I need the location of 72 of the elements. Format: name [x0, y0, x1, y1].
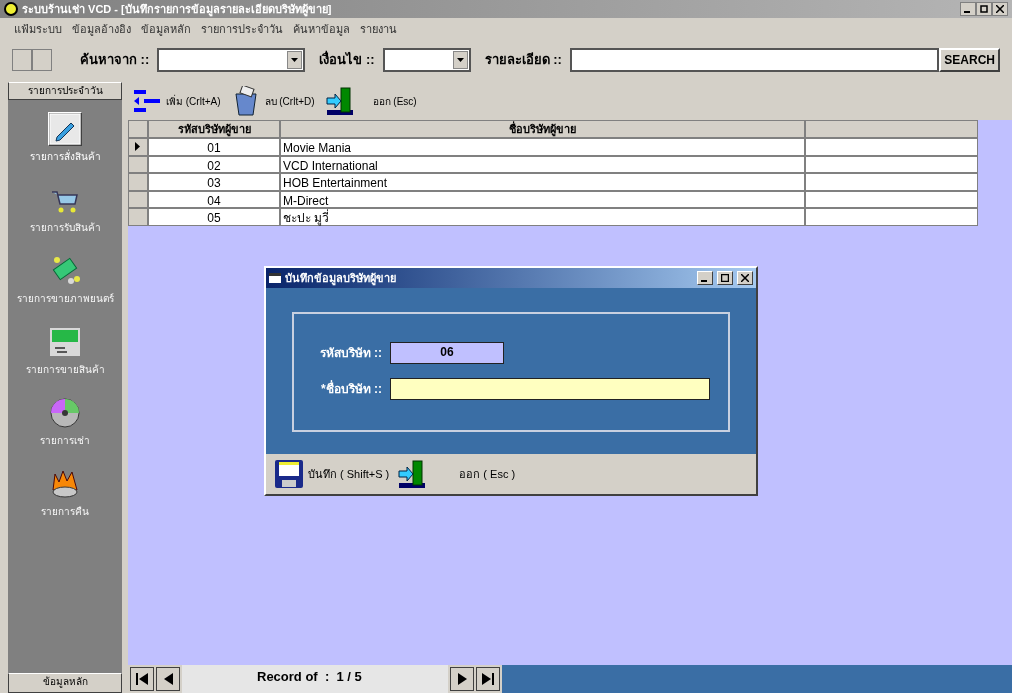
close-icon [996, 5, 1004, 13]
company-name-input-field[interactable] [390, 378, 710, 400]
company-name-label: *ชื่อบริษัท :: [320, 380, 382, 398]
toolbar-button[interactable]: ลบ (Crlt+D) [230, 86, 315, 116]
table-cell: ชะปะ มูวี่ [280, 208, 805, 226]
menu-item[interactable]: แฟ้มระบบ [14, 20, 62, 38]
table-cell: 02 [148, 155, 280, 173]
toolbar-button[interactable] [32, 49, 52, 71]
menu-item[interactable]: รายงาน [360, 20, 397, 38]
search-from-dropdown[interactable] [157, 48, 306, 72]
menu-item[interactable]: รายการประจำวัน [201, 20, 283, 38]
next-record-button[interactable] [450, 667, 474, 691]
sidebar-item[interactable]: รายการขายภาพยนตร์ [16, 254, 114, 306]
sidebar-item[interactable]: รายการเช่า [40, 396, 90, 448]
restore-button[interactable] [976, 2, 992, 16]
table-cell: VCD International [280, 155, 805, 173]
row-selector[interactable] [128, 138, 148, 156]
table-cell: 01 [148, 138, 280, 156]
search-button[interactable]: SEARCH [939, 48, 1000, 72]
maximize-button[interactable] [717, 271, 733, 285]
restore-icon [980, 5, 988, 13]
detail-label: รายละเอียด :: [484, 51, 562, 70]
first-record-icon [133, 670, 151, 688]
toolbar-button[interactable] [12, 49, 32, 71]
column-header: ชื่อบริษัทผู้ขาย [280, 120, 805, 138]
sidebar-item[interactable]: รายการคืน [41, 467, 89, 519]
dialog-button[interactable]: บันทึก ( Shift+S ) [274, 459, 390, 489]
row-pointer-icon [135, 142, 140, 152]
last-record-icon [479, 670, 497, 688]
previous-record-button[interactable] [156, 667, 180, 691]
first-record-button[interactable] [130, 667, 154, 691]
menu-item[interactable]: ค้นหาข้อมูล [293, 20, 350, 38]
exit-door-icon [324, 86, 355, 116]
company-code-label: รหัสบริษัท :: [318, 345, 382, 362]
condition-dropdown[interactable] [382, 48, 471, 72]
sidebar-header-tab[interactable]: รายการประจำวัน [8, 82, 122, 100]
toolbar-button[interactable]: ออก (Esc) [324, 86, 417, 116]
caret-icon [291, 58, 299, 62]
burning-disc-icon [49, 468, 81, 500]
caret-icon [456, 58, 464, 62]
dialog-button[interactable]: ออก ( Esc ) [397, 459, 516, 489]
pencil-icon [49, 113, 81, 145]
exit-door-icon [397, 459, 428, 489]
detail-input-field[interactable] [569, 48, 940, 72]
table-cell: 05 [148, 208, 280, 226]
search-from-label: ค้นหาจาก :: [80, 51, 150, 70]
table-cell: HOB Entertainment [280, 173, 805, 191]
dialog-title: บันทึกข้อมูลบริษัทผู้ขาย [285, 270, 397, 287]
table-cell: 04 [148, 190, 280, 208]
window-icon [269, 273, 281, 283]
toolbar-button[interactable]: เพิ่ม (Crlt+A) [132, 89, 221, 113]
add-rows-icon [132, 89, 162, 113]
table-cell: M-Direct [280, 190, 805, 208]
last-record-button[interactable] [476, 667, 500, 691]
sidebar-footer-tab[interactable]: ข้อมูลหลัก [8, 673, 122, 693]
sidebar-item[interactable]: รายการขายสินค้า [25, 325, 105, 377]
condition-label: เงื่อนไข :: [319, 50, 375, 70]
table-cell: 03 [148, 173, 280, 191]
close-button[interactable] [992, 2, 1008, 16]
menu-item[interactable]: ข้อมูลหลัก [141, 20, 191, 38]
row-header-corner [128, 120, 148, 138]
sidebar-item[interactable]: รายการรับสินค้า [29, 183, 101, 235]
column-header: รหัสบริษัทผู้ขาย [148, 120, 280, 138]
menu-item[interactable]: ข้อมูลอ้างอิง [72, 20, 131, 38]
sidebar-item[interactable]: รายการสั่งสินค้า [29, 112, 101, 164]
maximize-icon [721, 274, 729, 282]
company-code-field: 06 [390, 342, 504, 364]
close-icon [741, 274, 749, 282]
window-title: ระบบร้านเช่า VCD - [บันทึกรายการข้อมูลรายละเอียดบริษัทผู้ขาย] [22, 1, 333, 18]
table-cell: Movie Mania [280, 138, 805, 156]
minimize-button[interactable] [960, 2, 976, 16]
record-counter: Record of : 1 / 5 [182, 665, 448, 693]
